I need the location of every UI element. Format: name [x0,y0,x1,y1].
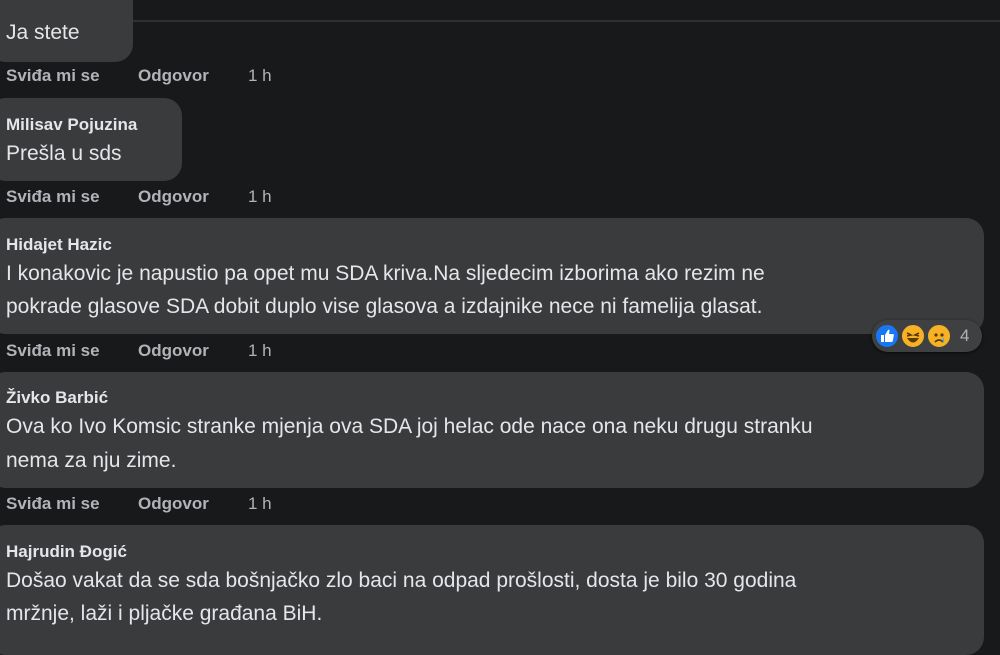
comment-author[interactable]: Milisav Pojuzina [6,115,137,135]
like-button[interactable]: Sviđa mi se [6,494,100,514]
comment-time[interactable]: 1 h [248,341,272,361]
comment-text-line: Prešla u sds [6,142,122,165]
comment-author[interactable]: Hajrudin Đogić [6,542,127,562]
divider-line [0,20,1000,22]
reaction-count: 4 [960,326,970,345]
comment-time[interactable]: 1 h [248,494,272,514]
reply-button[interactable]: Odgovor [138,494,209,514]
like-button[interactable]: Sviđa mi se [6,187,100,207]
reply-button[interactable]: Odgovor [138,66,209,86]
comment-author[interactable]: Živko Barbić [6,388,108,408]
comment-text-line: Ova ko Ivo Komsic stranke mjenja ova SDA… [6,415,813,438]
haha-icon [900,323,926,349]
like-button[interactable]: Sviđa mi se [6,66,100,86]
comment-text-line: mržnje, laži i pljačke građana BiH. [6,602,323,625]
reply-button[interactable]: Odgovor [138,341,209,361]
comment-author[interactable]: Hidajet Hazic [6,235,112,255]
reactions-summary[interactable]: 4 [872,320,982,352]
comment-text-line: Došao vakat da se sda bošnjačko zlo baci… [6,569,797,592]
comment-time[interactable]: 1 h [248,187,272,207]
like-icon [874,323,900,349]
comment-text-line: I konakovic je napustio pa opet mu SDA k… [6,262,765,285]
comment-text-line: Ja stete [6,21,80,44]
comment-text-line: pokrade glasove SDA dobit duplo vise gla… [6,295,763,318]
reply-button[interactable]: Odgovor [138,187,209,207]
comment-time[interactable]: 1 h [248,66,272,86]
sad-icon [926,323,952,349]
like-button[interactable]: Sviđa mi se [6,341,100,361]
comment-text-line: nema za nju zime. [6,449,177,472]
